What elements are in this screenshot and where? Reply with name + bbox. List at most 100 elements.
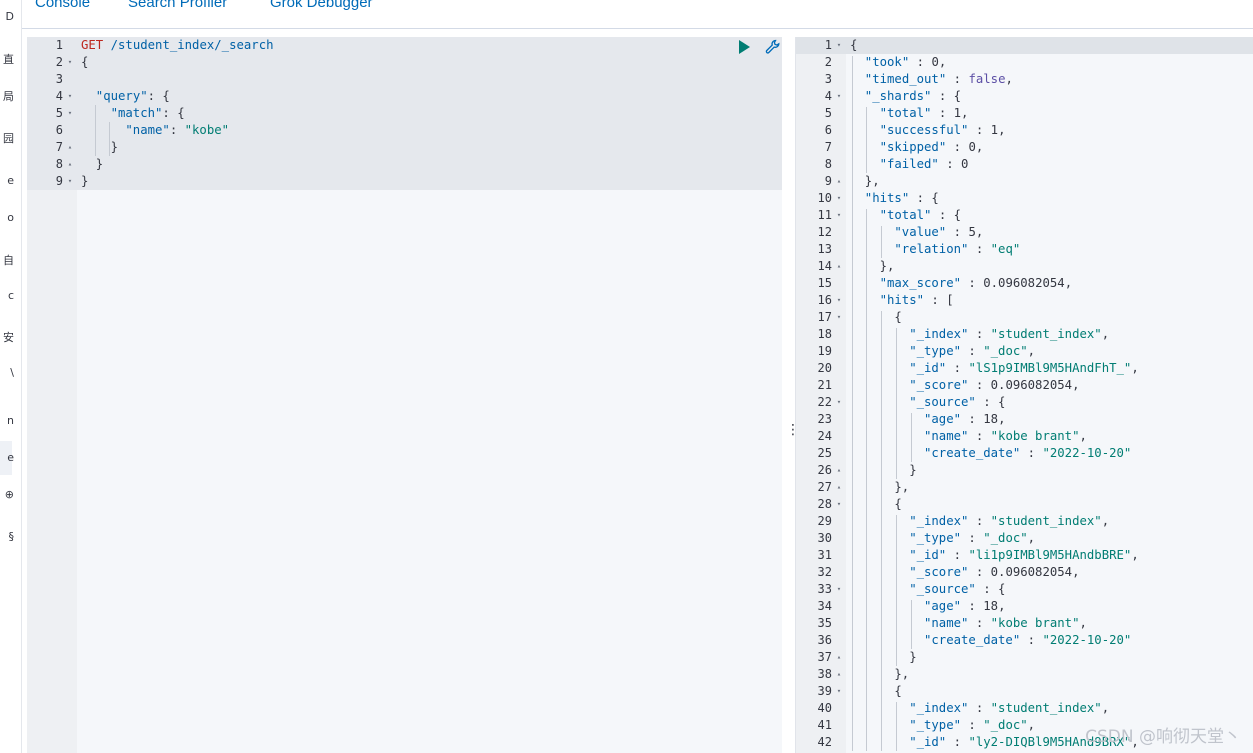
tab-console[interactable]: Console xyxy=(35,0,90,11)
json-punct: } xyxy=(95,157,104,171)
fold-arrow-icon[interactable]: ▾ xyxy=(834,88,844,105)
code-text: "create_date" : "2022-10-20" xyxy=(924,632,1131,649)
fold-arrow-icon[interactable]: ▾ xyxy=(65,105,75,122)
fold-arrow-icon[interactable]: ▴ xyxy=(65,139,75,156)
left-nav-glyph[interactable]: 局 xyxy=(0,90,14,104)
response-line: 23 "age" : 18, xyxy=(796,411,1253,428)
response-line: 10 ▾ "hits" : { xyxy=(796,190,1253,207)
json-string: "kobe brant" xyxy=(990,429,1080,443)
code-text: { xyxy=(894,683,901,700)
left-nav-glyph[interactable]: 自 xyxy=(0,254,14,268)
fold-arrow-icon[interactable]: ▾ xyxy=(834,292,844,309)
response-line: 31 "_id" : "li1p9IMBl9M5HAndbBRE", xyxy=(796,547,1253,564)
response-line: 34 "age" : 18, xyxy=(796,598,1253,615)
left-nav-glyph[interactable]: 安 xyxy=(0,331,14,345)
line-number: 8 xyxy=(55,157,63,171)
fold-arrow-icon[interactable]: ▴ xyxy=(834,173,844,190)
indent-guide xyxy=(95,105,96,156)
left-nav-glyph[interactable]: § xyxy=(0,530,15,544)
code-text: "took" : 0, xyxy=(865,54,946,71)
json-punct: } xyxy=(81,174,89,188)
code-text: { xyxy=(894,309,901,326)
tab-search-profiler[interactable]: Search Profiler xyxy=(128,0,227,11)
left-nav-glyph[interactable]: \ xyxy=(0,366,14,380)
json-key: "_id" xyxy=(909,361,947,375)
json-key: "_source" xyxy=(909,395,976,409)
json-punct: , xyxy=(1079,429,1087,443)
response-line: 22 ▾ "_source" : { xyxy=(796,394,1253,411)
response-line: 33 ▾ "_source" : { xyxy=(796,581,1253,598)
dev-tools-tabs: Console Search Profiler Grok Debugger xyxy=(22,0,1253,29)
request-line: 7 ▴} xyxy=(27,139,782,156)
fold-arrow-icon[interactable]: ▴ xyxy=(834,479,844,496)
left-nav-glyph[interactable]: c xyxy=(0,289,14,303)
left-nav-glyph[interactable]: 园 xyxy=(0,132,14,146)
json-punct: : xyxy=(909,55,932,69)
left-nav-glyph[interactable]: n xyxy=(0,414,14,428)
fold-arrow-icon[interactable]: ▾ xyxy=(65,173,75,190)
request-line: 9 ▾} xyxy=(27,173,782,190)
json-punct: : xyxy=(968,514,991,528)
fold-arrow-icon[interactable]: ▴ xyxy=(834,666,844,683)
code-text: "value" : 5, xyxy=(894,224,983,241)
json-punct: { xyxy=(894,497,902,511)
json-punct: : xyxy=(946,140,969,154)
json-punct: , xyxy=(998,123,1006,137)
left-nav-glyph[interactable]: 直 xyxy=(0,53,14,67)
json-key: "_id" xyxy=(909,548,947,562)
fold-arrow-icon[interactable]: ▾ xyxy=(65,88,75,105)
json-punct: : xyxy=(946,225,969,239)
json-key: "relation" xyxy=(894,242,969,256)
fold-arrow-icon[interactable]: ▾ xyxy=(834,496,844,513)
fold-arrow-icon[interactable]: ▾ xyxy=(834,190,844,207)
fold-arrow-icon[interactable]: ▾ xyxy=(834,37,844,54)
json-key: "name" xyxy=(125,123,170,137)
json-punct: : { xyxy=(147,89,170,103)
response-line: 9 ▴}, xyxy=(796,173,1253,190)
fold-arrow-icon[interactable]: ▾ xyxy=(834,394,844,411)
json-key: "_source" xyxy=(909,582,976,596)
response-line: 5 "total" : 1, xyxy=(796,105,1253,122)
play-icon[interactable] xyxy=(739,40,750,54)
line-number: 39 xyxy=(817,684,832,698)
json-punct: : xyxy=(968,123,991,137)
watermark: CSDN @响彻天堂丶 xyxy=(1085,727,1241,747)
tab-grok-debugger[interactable]: Grok Debugger xyxy=(270,0,373,11)
fold-arrow-icon[interactable]: ▾ xyxy=(834,581,844,598)
code-text: "_source" : { xyxy=(909,581,1005,598)
json-punct: }, xyxy=(879,259,895,273)
wrench-icon[interactable] xyxy=(764,38,782,60)
fold-arrow-icon[interactable]: ▾ xyxy=(65,54,75,71)
line-number: 9 xyxy=(55,174,63,188)
json-punct: : xyxy=(968,327,991,341)
json-key: "create_date" xyxy=(924,446,1021,460)
left-nav-glyph[interactable]: e xyxy=(0,174,14,188)
fold-arrow-icon[interactable]: ▾ xyxy=(834,683,844,700)
response-line: 32 "_score" : 0.096082054, xyxy=(796,564,1253,581)
panel-resize-handle[interactable]: ⋮ xyxy=(786,422,800,438)
fold-arrow-icon[interactable]: ▴ xyxy=(834,462,844,479)
request-editor[interactable]: 1 GET /student_index/_search 2 ▾{3 4 ▾ "query"… xyxy=(27,37,782,753)
request-lines: 1 GET /student_index/_search 2 ▾{3 4 ▾ "query"… xyxy=(27,37,782,190)
line-number: 25 xyxy=(817,446,832,460)
json-punct: { xyxy=(894,684,902,698)
left-nav-glyph[interactable]: ⊕ xyxy=(0,488,14,502)
line-number: 8 xyxy=(824,157,832,171)
code-text: "_type" : "_doc", xyxy=(909,343,1035,360)
wrench-icon-svg xyxy=(765,39,780,54)
left-nav-glyph[interactable]: D xyxy=(0,10,14,24)
json-value: 5 xyxy=(968,225,976,239)
response-line: 15 "max_score" : 0.096082054, xyxy=(796,275,1253,292)
response-line: 24 "name" : "kobe brant", xyxy=(796,428,1253,445)
fold-arrow-icon[interactable]: ▾ xyxy=(834,309,844,326)
response-line: 14 ▴}, xyxy=(796,258,1253,275)
left-nav-glyph[interactable]: e xyxy=(0,451,14,465)
left-nav-glyph[interactable]: o xyxy=(0,211,14,225)
fold-arrow-icon[interactable]: ▴ xyxy=(834,258,844,275)
fold-arrow-icon[interactable]: ▴ xyxy=(65,156,75,173)
fold-arrow-icon[interactable]: ▾ xyxy=(834,207,844,224)
fold-arrow-icon[interactable]: ▴ xyxy=(834,649,844,666)
line-number: 15 xyxy=(817,276,832,290)
response-line: 6 "successful" : 1, xyxy=(796,122,1253,139)
code-text: } xyxy=(96,156,103,173)
